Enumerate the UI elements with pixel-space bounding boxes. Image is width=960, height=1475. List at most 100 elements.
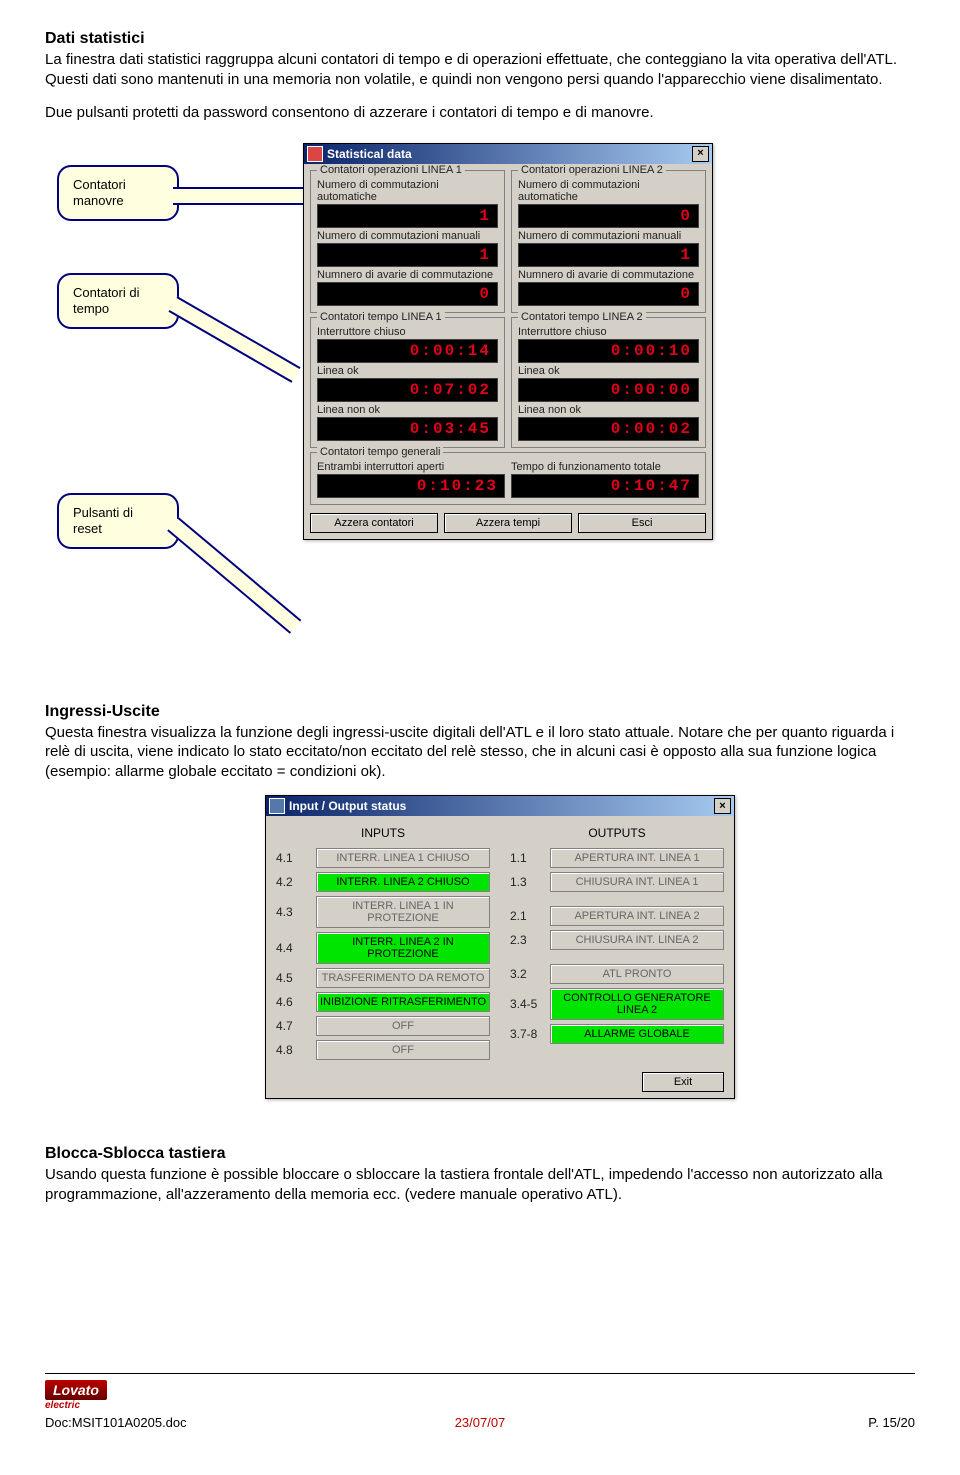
io-row: 4.6 INIBIZIONE RITRASFERIMENTO <box>276 992 490 1012</box>
io-status-box: CHIUSURA INT. LINEA 1 <box>550 872 724 892</box>
field-label: Entrambi interruttori aperti <box>317 461 505 473</box>
io-status-box: ALLARME GLOBALE <box>550 1024 724 1044</box>
io-index: 3.2 <box>510 967 544 981</box>
exit-button[interactable]: Exit <box>642 1072 724 1092</box>
dialog-io-status: Input / Output status × INPUTS 4.1 INTERR… <box>265 795 735 1099</box>
time-display: 0:07:02 <box>317 378 498 402</box>
reset-times-button[interactable]: Azzera tempi <box>444 513 572 533</box>
io-row: 2.3CHIUSURA INT. LINEA 2 <box>510 930 724 950</box>
io-index: 4.2 <box>276 875 310 889</box>
paragraph: Usando questa funzione è possible blocca… <box>45 1165 915 1204</box>
io-row: 4.1 INTERR. LINEA 1 CHIUSO <box>276 848 490 868</box>
counter-display: 0 <box>518 204 699 228</box>
dialog-statistical-data: Statistical data × Contatori operazioni … <box>303 143 713 540</box>
io-index: 4.4 <box>276 941 310 955</box>
time-display: 0:10:23 <box>317 474 505 498</box>
io-index: 1.1 <box>510 851 544 865</box>
io-status-box: TRASFERIMENTO DA REMOTO <box>316 968 490 988</box>
field-label: Interruttore chiuso <box>317 326 498 338</box>
app-icon <box>307 146 323 162</box>
io-status-box: APERTURA INT. LINEA 2 <box>550 906 724 926</box>
time-display: 0:00:00 <box>518 378 699 402</box>
io-status-box: ATL PRONTO <box>550 964 724 984</box>
counter-display: 1 <box>317 204 498 228</box>
io-index: 3.7-8 <box>510 1027 544 1041</box>
io-index: 2.3 <box>510 933 544 947</box>
close-button[interactable]: × <box>714 798 731 814</box>
field-label: Numero di commutazioni automatiche <box>518 179 699 203</box>
io-status-box: INIBIZIONE RITRASFERIMENTO <box>316 992 490 1012</box>
field-label: Linea non ok <box>518 404 699 416</box>
io-row: 1.3 CHIUSURA INT. LINEA 1 <box>510 872 724 892</box>
io-status-box: OFF <box>316 1016 490 1036</box>
io-row: 3.2 ATL PRONTO <box>510 964 724 984</box>
callout-reset-buttons: Pulsanti di reset <box>57 493 179 550</box>
doc-id: Doc:MSIT101A0205.doc <box>45 1415 187 1430</box>
logo-subtext: electric <box>45 1400 80 1411</box>
field-label: Numero di commutazioni manuali <box>317 230 498 242</box>
footer-date: 23/07/07 <box>335 1415 625 1430</box>
logo-text: Lovato <box>45 1380 107 1400</box>
io-index: 4.5 <box>276 971 310 985</box>
callout-connector <box>167 517 301 634</box>
brand-logo: Lovato electric Doc:MSIT101A0205.doc <box>45 1380 335 1430</box>
io-index: 4.6 <box>276 995 310 1009</box>
outputs-heading: OUTPUTS <box>510 826 724 840</box>
io-row: 4.7 OFF <box>276 1016 490 1036</box>
callout-connector <box>173 187 303 205</box>
io-index: 4.1 <box>276 851 310 865</box>
group-op-line2: Contatori operazioni LINEA 2 Numero di c… <box>511 170 706 313</box>
io-status-box: CONTROLLO GENERATORE LINEA 2 <box>550 988 724 1020</box>
section-title-io: Ingressi-Uscite <box>45 703 915 721</box>
section-title-lock: Blocca-Sblocca tastiera <box>45 1145 915 1163</box>
callout-counters-time: Contatori di tempo <box>57 273 179 330</box>
counter-display: 1 <box>518 243 699 267</box>
group-title: Contatori tempo LINEA 1 <box>317 311 445 323</box>
exit-button[interactable]: Esci <box>578 513 706 533</box>
field-label: Tempo di funzionamento totale <box>511 461 699 473</box>
io-status-box: INTERR. LINEA 2 CHIUSO <box>316 872 490 892</box>
io-row: 3.4-5CONTROLLO GENERATORE LINEA 2 <box>510 988 724 1020</box>
callout-connector <box>169 296 301 383</box>
paragraph: La finestra dati statistici raggruppa al… <box>45 50 915 89</box>
io-row: 4.4 INTERR. LINEA 2 IN PROTEZIONE <box>276 932 490 964</box>
io-status-box: APERTURA INT. LINEA 1 <box>550 848 724 868</box>
titlebar[interactable]: Input / Output status × <box>266 796 734 816</box>
io-status-box: INTERR. LINEA 2 IN PROTEZIONE <box>316 932 490 964</box>
inputs-heading: INPUTS <box>276 826 490 840</box>
field-label: Numero di commutazioni automatiche <box>317 179 498 203</box>
io-row: 4.8OFF <box>276 1040 490 1060</box>
io-index: 4.3 <box>276 905 310 919</box>
group-time-general: Contatori tempo generali Entrambi interr… <box>310 452 706 505</box>
time-display: 0:10:47 <box>511 474 699 498</box>
io-row: 4.3 INTERR. LINEA 1 IN PROTEZIONE <box>276 896 490 928</box>
field-label: Linea non ok <box>317 404 498 416</box>
io-row: 4.2 INTERR. LINEA 2 CHIUSO <box>276 872 490 892</box>
time-display: 0:03:45 <box>317 417 498 441</box>
paragraph: Questa finestra visualizza la funzione d… <box>45 723 915 782</box>
section-title-dati-statistici: Dati statistici <box>45 30 915 48</box>
field-label: Linea ok <box>317 365 498 377</box>
field-label: Numero di commutazioni manuali <box>518 230 699 242</box>
io-row: 2.1APERTURA INT. LINEA 2 <box>510 906 724 926</box>
reset-counters-button[interactable]: Azzera contatori <box>310 513 438 533</box>
field-label: Numnero di avarie di commutazione <box>518 269 699 281</box>
dialog-title: Input / Output status <box>289 799 406 813</box>
close-button[interactable]: × <box>692 146 709 162</box>
io-status-box: OFF <box>316 1040 490 1060</box>
io-index: 4.7 <box>276 1019 310 1033</box>
time-display: 0:00:02 <box>518 417 699 441</box>
io-row: 3.7-8 ALLARME GLOBALE <box>510 1024 724 1044</box>
paragraph: Due pulsanti protetti da password consen… <box>45 103 915 123</box>
io-row: 1.1 APERTURA INT. LINEA 1 <box>510 848 724 868</box>
inputs-column: INPUTS 4.1 INTERR. LINEA 1 CHIUSO 4.2 INTER… <box>276 826 490 1064</box>
group-title: Contatori operazioni LINEA 2 <box>518 164 666 176</box>
app-icon <box>269 798 285 814</box>
titlebar[interactable]: Statistical data × <box>304 144 712 164</box>
io-status-box: INTERR. LINEA 1 IN PROTEZIONE <box>316 896 490 928</box>
field-label: Numnero di avarie di commutazione <box>317 269 498 281</box>
io-status-box: INTERR. LINEA 1 CHIUSO <box>316 848 490 868</box>
outputs-column: OUTPUTS 1.1 APERTURA INT. LINEA 1 1.3 CHIUS… <box>510 826 724 1064</box>
io-index: 1.3 <box>510 875 544 889</box>
group-time-line1: Contatori tempo LINEA 1 Interruttore chi… <box>310 317 505 448</box>
